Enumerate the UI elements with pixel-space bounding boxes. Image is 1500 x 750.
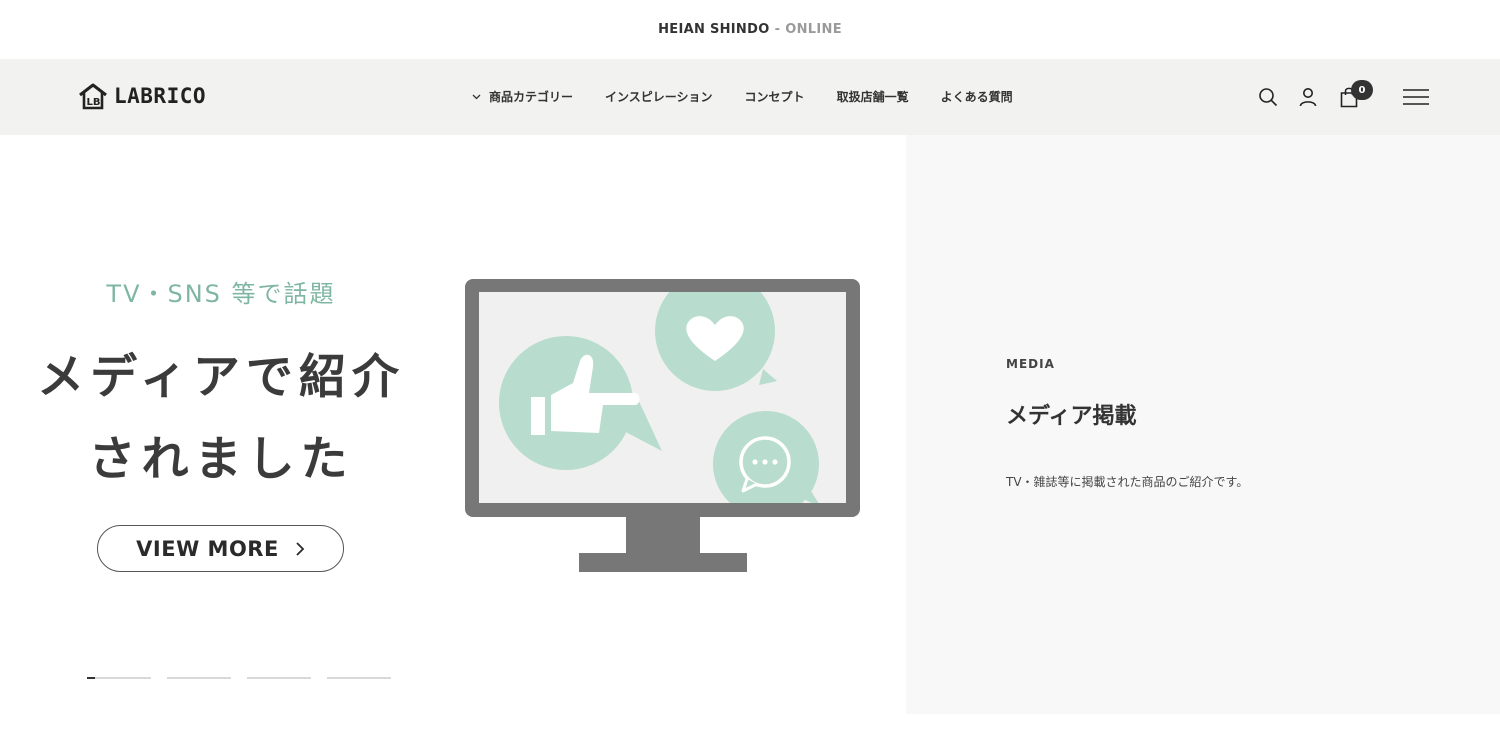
nav-item-store-list[interactable]: 取扱店舗一覧 [837,88,909,105]
logo-text: LABRICO [114,84,207,108]
media-label: MEDIA [1006,357,1055,371]
nav-label: 取扱店舗一覧 [836,90,909,104]
slide-indicator-1[interactable] [87,677,151,679]
hero-slide[interactable]: TV・SNS 等で話題 メディアで紹介 されました VIEW MORE [0,135,906,714]
monitor-illustration [465,279,860,572]
search-icon [1259,88,1278,107]
slide-indicator-4[interactable] [327,677,391,679]
site-header: LB LABRICO 商品カテゴリー インスピレーション コンセプト 取扱店舗一… [0,59,1500,135]
slide-headline-line1: メディアで紹介 [37,350,405,405]
nav-item-product-category[interactable]: 商品カテゴリー [472,88,573,105]
logo-house-icon: LB [79,83,107,110]
media-title: メディア掲載 [1006,404,1137,429]
main-nav: 商品カテゴリー インスピレーション コンセプト 取扱店舗一覧 よくある質問 [472,88,1013,105]
menu-button[interactable] [1400,83,1432,111]
cart-count-badge: 0 [1351,80,1373,100]
slide-indicator-2[interactable] [167,677,231,679]
slide-eyebrow: TV・SNS 等で話題 [106,280,336,308]
announcement-bar: HEIAN SHINDO - ONLINE [0,0,1500,59]
slide-headline-line2: されました [88,432,354,487]
account-button[interactable] [1294,83,1322,111]
logo-monogram: LB [87,97,101,108]
chevron-right-icon [295,541,305,557]
nav-item-inspiration[interactable]: インスピレーション [605,88,713,105]
view-more-button[interactable]: VIEW MORE [97,525,344,572]
account-icon [1299,88,1317,107]
nav-label: よくある質問 [940,90,1013,104]
announcement-brand: HEIAN SHINDO [658,22,770,37]
nav-item-concept[interactable]: コンセプト [745,88,805,105]
announcement-separator: - [774,22,781,37]
nav-label: インスピレーション [605,90,713,104]
chevron-down-icon [472,94,481,100]
media-panel: MEDIA メディア掲載 TV・雑誌等に掲載された商品のご紹介です。 [906,135,1500,714]
menu-icon [1403,89,1429,105]
media-description: TV・雑誌等に掲載された商品のご紹介です。 [1006,475,1249,489]
announcement-suffix: ONLINE [785,22,842,37]
slide-indicators [87,677,407,679]
slide-indicator-3[interactable] [247,677,311,679]
nav-label: コンセプト [744,90,805,104]
search-button[interactable] [1254,83,1282,111]
site-logo[interactable]: LB LABRICO [78,82,206,110]
nav-label: 商品カテゴリー [489,90,574,104]
nav-item-faq[interactable]: よくある質問 [941,88,1013,105]
view-more-label: VIEW MORE [136,536,279,561]
